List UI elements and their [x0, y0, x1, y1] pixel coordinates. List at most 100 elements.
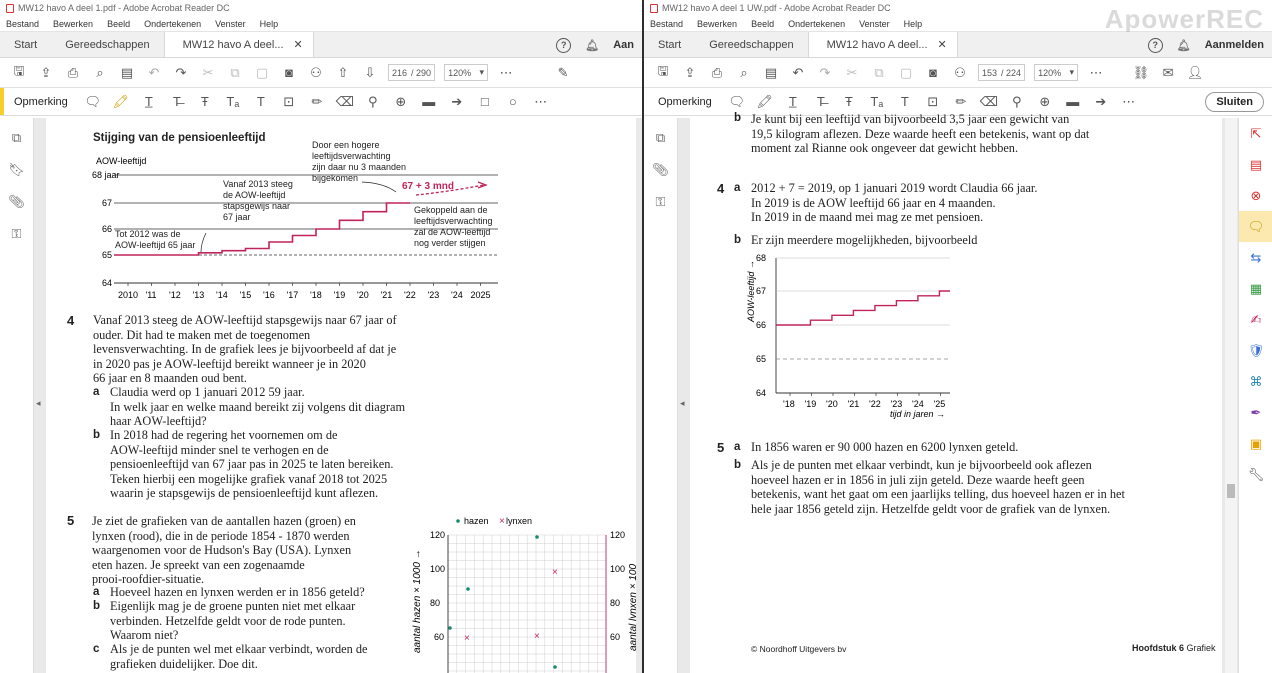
menu-ondertekenen[interactable]: Ondertekenen	[788, 19, 845, 29]
text-box-icon[interactable]: ⊡	[924, 93, 942, 111]
tab-tools[interactable]: Gereedschappen	[51, 32, 163, 57]
signature-icon[interactable]: ✒	[1239, 397, 1272, 428]
underline-text-icon[interactable]: T̲	[140, 93, 158, 111]
stamp-icon[interactable]: ⚲	[1008, 93, 1026, 111]
replace-text-icon[interactable]: Ŧ	[196, 93, 214, 111]
more-icon[interactable]: ⋯	[497, 64, 515, 82]
insert-text-icon[interactable]: Tₐ	[224, 93, 242, 111]
stamp-icon[interactable]: ⚲	[364, 93, 382, 111]
redo-icon[interactable]: ↷	[816, 64, 834, 82]
save-icon[interactable]: 🖫	[10, 63, 28, 82]
more-tools-icon[interactable]: ⋯	[1120, 93, 1138, 111]
close-tab-icon[interactable]: ✕	[294, 38, 303, 51]
page-number-field[interactable]: 153 / 224	[978, 64, 1026, 81]
menu-venster[interactable]: Venster	[859, 19, 890, 29]
protect-icon[interactable]: 🛡︎	[1239, 335, 1272, 366]
organize-pages-icon[interactable]: ▦	[1239, 273, 1272, 304]
arrow-icon[interactable]: ➔	[448, 93, 466, 111]
oval-icon[interactable]: ○	[504, 93, 522, 111]
link-icon[interactable]: ⛓	[1132, 64, 1150, 82]
zoom-select[interactable]: 120% ▾	[1034, 64, 1079, 81]
scroll-thumb[interactable]	[1227, 484, 1235, 498]
add-user-icon[interactable]: 👤︎	[1186, 64, 1204, 82]
undo-icon[interactable]: ↶	[145, 64, 163, 82]
snapshot-icon[interactable]: ◙	[924, 64, 942, 82]
send-file-icon[interactable]: ▤	[118, 64, 136, 82]
cut-icon[interactable]: ✂	[199, 64, 217, 82]
rectangle-icon[interactable]: □	[476, 93, 494, 111]
sign-in-button[interactable]: Aanmelden	[1205, 39, 1264, 51]
arrow-icon[interactable]: ➔	[1092, 93, 1110, 111]
underline-text-icon[interactable]: T̲	[784, 93, 802, 111]
more-icon[interactable]: ⋯	[1087, 64, 1105, 82]
bell-icon[interactable]: 🔔︎	[1177, 39, 1191, 52]
pages-icon[interactable]: ⧉	[8, 130, 26, 148]
tab-tools[interactable]: Gereedschappen	[695, 32, 807, 57]
line-icon[interactable]: ▬	[1064, 93, 1082, 111]
more-tools-icon[interactable]: ⋯	[532, 93, 550, 111]
tab-document[interactable]: MW12 havo A deel... ✕	[807, 32, 958, 57]
highlight-icon[interactable]: 🖍︎	[112, 93, 130, 111]
page-up-icon[interactable]: ⇧	[334, 64, 352, 82]
pencil-icon[interactable]: ✏	[952, 93, 970, 111]
help-icon[interactable]: ?	[556, 37, 572, 53]
upload-icon[interactable]: ⇪	[681, 64, 699, 82]
sticky-note-icon[interactable]: 🗨︎	[84, 93, 102, 111]
fill-sign-icon[interactable]: ✍	[1239, 304, 1272, 335]
collapse-left-icon[interactable]: ◂	[680, 398, 685, 409]
binoculars-icon[interactable]: ⚇	[951, 64, 969, 82]
sign-pen-icon[interactable]: ✎	[554, 64, 572, 82]
page-down-icon[interactable]: ⇩	[361, 64, 379, 82]
bookmark-icon[interactable]: 🔖︎	[8, 162, 26, 180]
help-icon[interactable]: ?	[1147, 37, 1163, 53]
send-review-icon[interactable]: ▣	[1239, 428, 1272, 459]
print-icon[interactable]: ⎙	[64, 64, 82, 82]
pages-icon[interactable]: ⧉	[652, 130, 670, 148]
binoculars-icon[interactable]: ⚇	[307, 64, 325, 82]
redo-icon[interactable]: ↷	[172, 64, 190, 82]
text-box-icon[interactable]: ⊡	[280, 93, 298, 111]
attach-icon[interactable]: ⊕	[392, 93, 410, 111]
attachment-icon[interactable]: 📎︎	[652, 162, 670, 180]
menu-beeld[interactable]: Beeld	[751, 19, 774, 29]
pencil-icon[interactable]: ✏	[308, 93, 326, 111]
create-pdf-icon[interactable]: ▤	[1239, 149, 1272, 180]
menu-ondertekenen[interactable]: Ondertekenen	[144, 19, 201, 29]
strikethrough-icon[interactable]: T̶	[168, 93, 186, 111]
menu-bewerken[interactable]: Bewerken	[697, 19, 737, 29]
snapshot-icon[interactable]: ◙	[280, 64, 298, 82]
cut-icon[interactable]: ✂	[843, 64, 861, 82]
replace-text-icon[interactable]: Ŧ	[840, 93, 858, 111]
document-view[interactable]: ◂ ▸ b Je kunt bij een leeftijd van bijvo…	[678, 112, 1238, 673]
collapse-left-icon[interactable]: ◂	[36, 398, 41, 409]
mail-icon[interactable]: ✉	[1159, 64, 1177, 82]
page-number-field[interactable]: 216 / 290	[388, 64, 436, 81]
zoom-select[interactable]: 120% ▾	[444, 64, 489, 81]
menu-bestand[interactable]: Bestand	[650, 19, 683, 29]
add-text-icon[interactable]: T	[896, 93, 914, 111]
eraser-icon[interactable]: ⌫	[980, 93, 998, 111]
menu-bewerken[interactable]: Bewerken	[53, 19, 93, 29]
vertical-scrollbar[interactable]	[1225, 118, 1237, 673]
combine-files-icon[interactable]: ⇆	[1239, 242, 1272, 273]
copy-icon[interactable]: ⧉	[870, 64, 888, 82]
more-tools-icon[interactable]: 🔧︎	[1239, 459, 1272, 490]
layers-icon[interactable]: ⚿	[8, 226, 26, 244]
document-view[interactable]: ◂ Stijging van de pensioenleeftijd AOW-l…	[34, 118, 642, 673]
attachment-icon[interactable]: 📎︎	[8, 194, 26, 212]
search-icon[interactable]: ⌕	[735, 64, 753, 82]
sticky-note-icon[interactable]: 🗨︎	[728, 93, 746, 111]
menu-venster[interactable]: Venster	[215, 19, 246, 29]
edit-pdf-icon[interactable]: ⊗	[1239, 180, 1272, 211]
line-icon[interactable]: ▬	[420, 93, 438, 111]
tab-document[interactable]: MW12 havo A deel... ✕	[163, 32, 314, 57]
strikethrough-icon[interactable]: T̶	[812, 93, 830, 111]
menu-help[interactable]: Help	[260, 19, 279, 29]
copy-icon[interactable]: ⧉	[226, 64, 244, 82]
export-pdf-icon[interactable]: ⇱	[1239, 118, 1272, 149]
tab-start[interactable]: Start	[0, 32, 51, 57]
menu-bestand[interactable]: Bestand	[6, 19, 39, 29]
close-comment-button[interactable]: Sluiten	[1205, 92, 1264, 112]
insert-text-icon[interactable]: Tₐ	[868, 93, 886, 111]
attach-icon[interactable]: ⊕	[1036, 93, 1054, 111]
